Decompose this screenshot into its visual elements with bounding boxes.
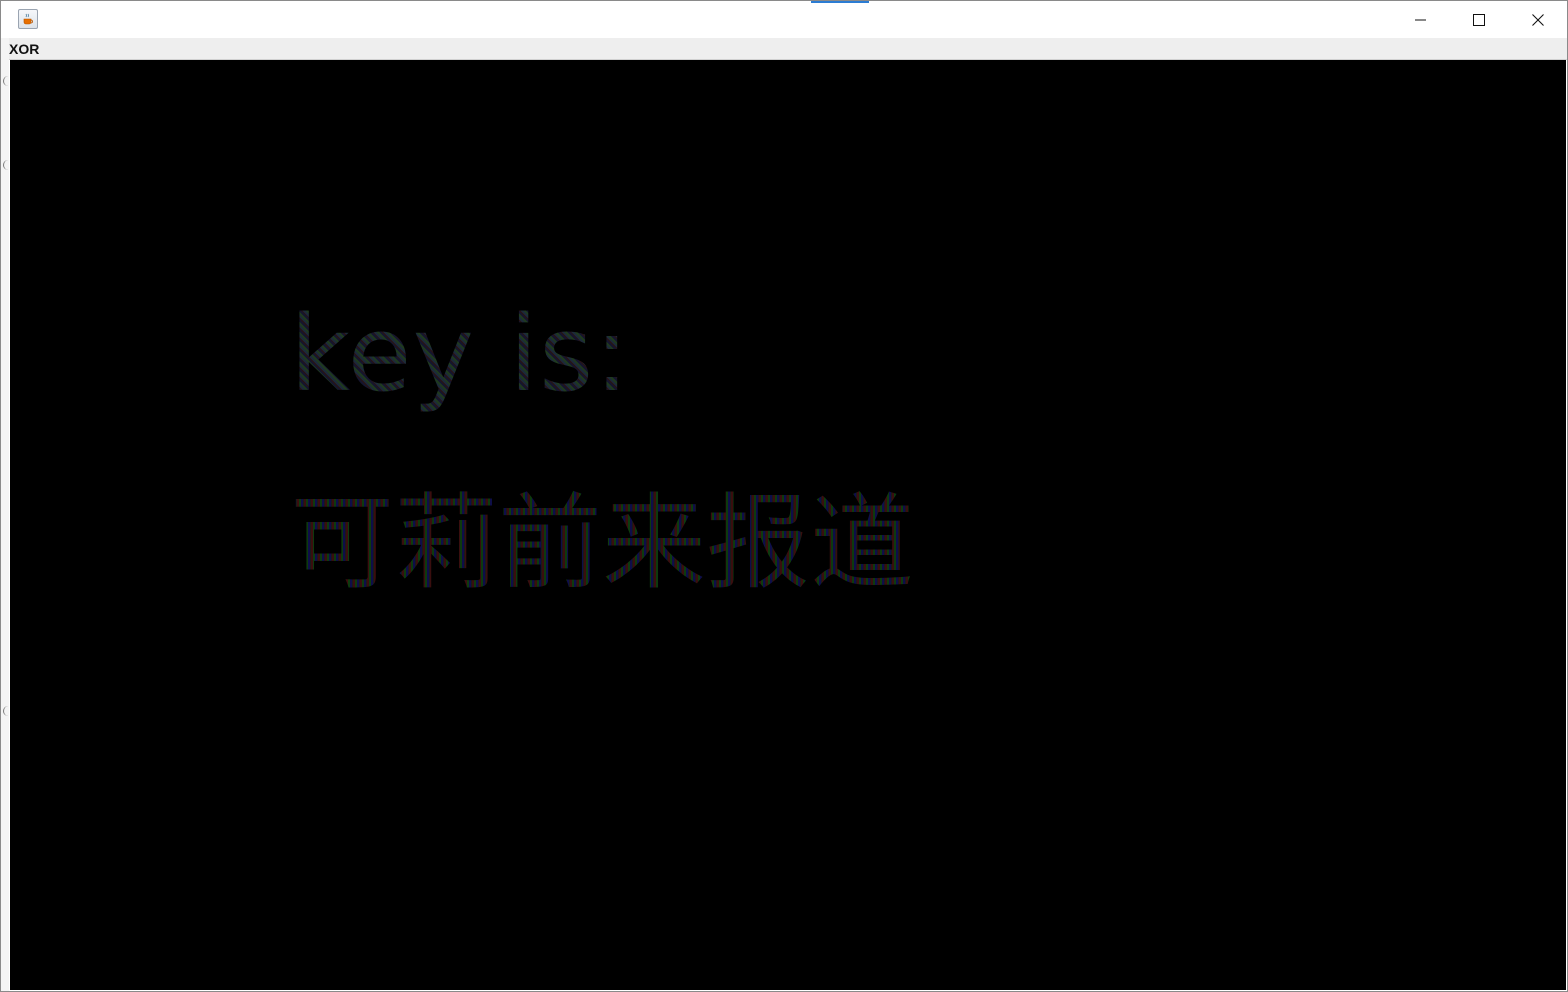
edge-mark	[3, 76, 9, 86]
minimize-button[interactable]	[1392, 1, 1450, 38]
close-icon	[1532, 13, 1544, 26]
title-bar-accent	[811, 1, 869, 3]
app-window: XOR key is: 可莉前来报道	[0, 0, 1568, 992]
key-label-text: key is:	[290, 293, 631, 415]
edge-mark	[3, 160, 9, 170]
java-cup-icon[interactable]	[18, 9, 38, 29]
close-button[interactable]	[1509, 1, 1567, 38]
image-canvas: key is: 可莉前来报道	[10, 60, 1566, 990]
edge-mark	[3, 706, 9, 716]
left-edge-strip	[1, 38, 9, 991]
maximize-button[interactable]	[1450, 1, 1508, 38]
menu-bar: XOR	[9, 38, 1567, 60]
maximize-icon	[1473, 13, 1485, 26]
menu-xor[interactable]: XOR	[9, 40, 39, 58]
title-bar[interactable]	[1, 1, 1567, 38]
key-value-text: 可莉前来报道	[290, 478, 914, 608]
minimize-icon	[1415, 19, 1426, 20]
